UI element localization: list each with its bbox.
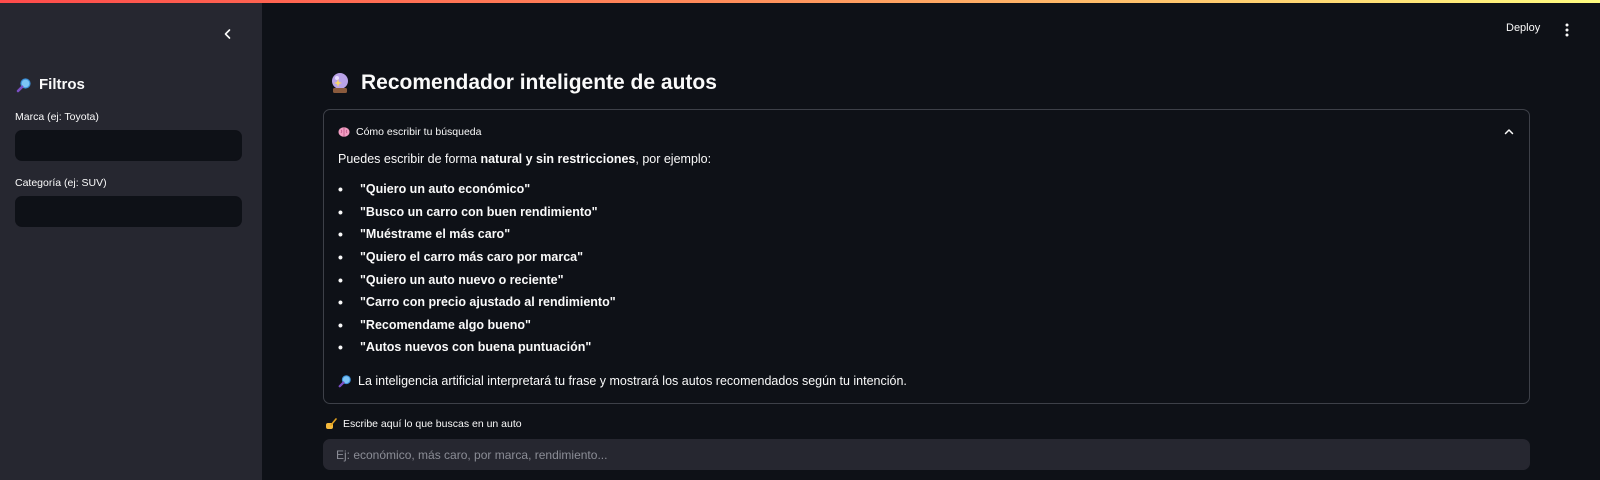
help-expander-header[interactable]: Cómo escribir tu búsqueda — [338, 122, 1515, 142]
list-item: • "Autos nuevos con buena puntuación" — [338, 336, 616, 359]
example-text: "Autos nuevos con buena puntuación" — [360, 340, 592, 355]
sidebar-title: Filtros — [16, 76, 85, 93]
category-field-label: Categoría (ej: SUV) — [15, 177, 107, 189]
writing-hand-icon — [326, 418, 337, 429]
list-item: • "Quiero un auto nuevo o reciente" — [338, 268, 616, 291]
search-label: Escribe aquí lo que buscas en un auto — [325, 418, 522, 430]
list-item: • "Quiero el carro más caro por marca" — [338, 246, 616, 269]
crystal-ball-icon — [332, 73, 348, 93]
sidebar-title-text: Filtros — [39, 76, 85, 93]
main-menu-button[interactable] — [1560, 20, 1574, 40]
brand-field-label: Marca (ej: Toyota) — [15, 111, 99, 123]
bullet: • — [338, 226, 343, 243]
list-item: • "Quiero un auto económico" — [338, 178, 616, 201]
example-text: "Quiero un auto económico" — [360, 182, 531, 197]
help-intro-suffix: , por ejemplo: — [635, 152, 712, 166]
kebab-menu-icon — [1565, 23, 1569, 37]
search-label-text: Escribe aquí lo que buscas en un auto — [343, 418, 522, 430]
example-text: "Busco un carro con buen rendimiento" — [360, 204, 598, 219]
list-item: • "Busco un carro con buen rendimiento" — [338, 201, 616, 224]
magnifier-icon — [338, 375, 351, 388]
collapse-sidebar-button[interactable] — [216, 22, 240, 46]
list-item: • "Carro con precio ajustado al rendimien… — [338, 291, 616, 314]
page-title-text: Recomendador inteligente de autos — [361, 71, 717, 94]
search-input[interactable] — [323, 439, 1530, 470]
chevron-left-icon — [224, 29, 231, 39]
help-footer: La inteligencia artificial interpretará … — [338, 374, 907, 388]
example-text: "Recomendame algo bueno" — [360, 317, 531, 332]
bullet: • — [338, 271, 343, 288]
list-item: • "Muéstrame el más caro" — [338, 223, 616, 246]
help-footer-text: La inteligencia artificial interpretará … — [358, 374, 907, 388]
example-text: "Quiero el carro más caro por marca" — [360, 250, 584, 265]
top-decoration-bar — [0, 0, 1600, 3]
help-intro-prefix: Puedes escribir de forma — [338, 152, 481, 166]
help-intro-bold: natural y sin restricciones — [480, 152, 636, 166]
bullet: • — [338, 316, 343, 333]
category-input[interactable] — [15, 196, 242, 227]
help-expander: Cómo escribir tu búsqueda Puedes escribi… — [323, 109, 1530, 404]
example-text: "Quiero un auto nuevo o reciente" — [360, 272, 564, 287]
bullet: • — [338, 181, 343, 198]
chevron-up-icon — [1504, 129, 1514, 135]
list-item: • "Recomendame algo bueno" — [338, 314, 616, 337]
bullet: • — [338, 249, 343, 266]
example-text: "Muéstrame el más caro" — [360, 227, 511, 242]
page-title: Recomendador inteligente de autos — [329, 71, 717, 95]
bullet: • — [338, 203, 343, 220]
deploy-button[interactable]: Deploy — [1506, 22, 1540, 34]
help-expander-title: Cómo escribir tu búsqueda — [356, 126, 482, 138]
example-text: "Carro con precio ajustado al rendimient… — [360, 295, 616, 310]
brand-input[interactable] — [15, 130, 242, 161]
brain-icon — [338, 127, 350, 137]
sidebar: Filtros Marca (ej: Toyota) Categoría (ej… — [0, 0, 262, 480]
magnifier-icon — [16, 77, 31, 92]
bullet: • — [338, 339, 343, 356]
bullet: • — [338, 294, 343, 311]
help-intro: Puedes escribir de forma natural y sin r… — [338, 152, 711, 166]
example-list: • "Quiero un auto económico" • "Busco un c… — [338, 178, 616, 359]
